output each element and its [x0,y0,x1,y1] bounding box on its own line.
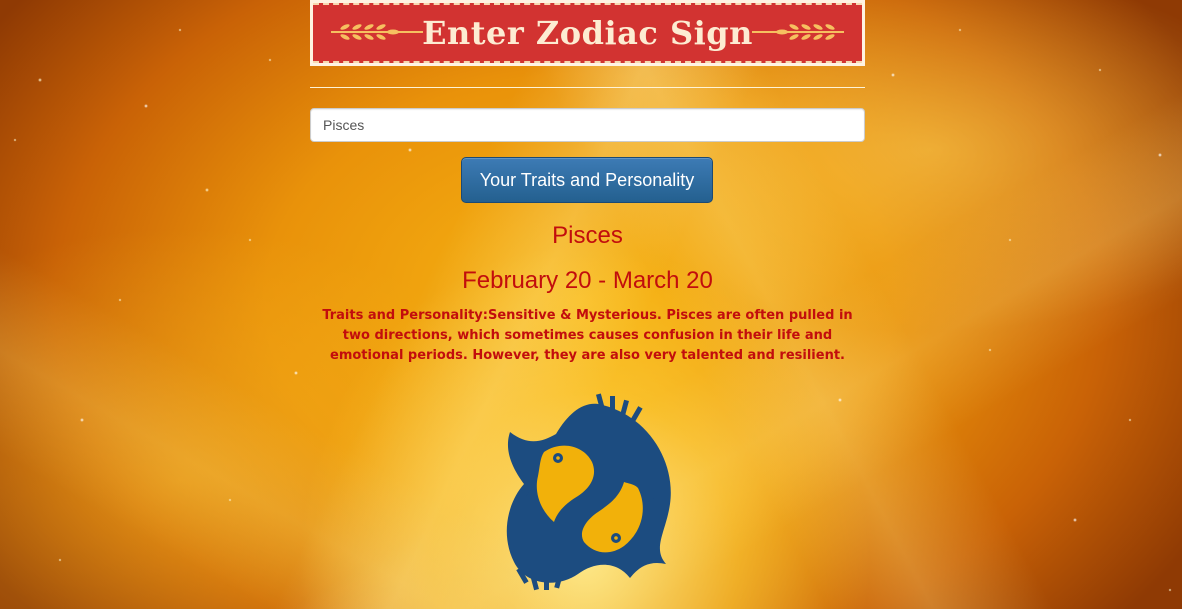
pisces-symbol-icon [506,393,671,591]
zodiac-sign-input[interactable] [310,108,865,142]
sign-description: Traits and Personality:Sensitive & Myste… [322,308,853,363]
sign-name-heading: Pisces [552,222,623,249]
sign-dates-heading: February 20 - March 20 [462,267,713,294]
wheat-ornament-right-icon [752,24,844,40]
banner-inner: Enter Zodiac Sign [313,3,862,63]
traits-personality-button[interactable]: Your Traits and Personality [461,157,713,203]
divider-line [310,87,865,88]
zodiac-banner: Enter Zodiac Sign [310,0,865,66]
